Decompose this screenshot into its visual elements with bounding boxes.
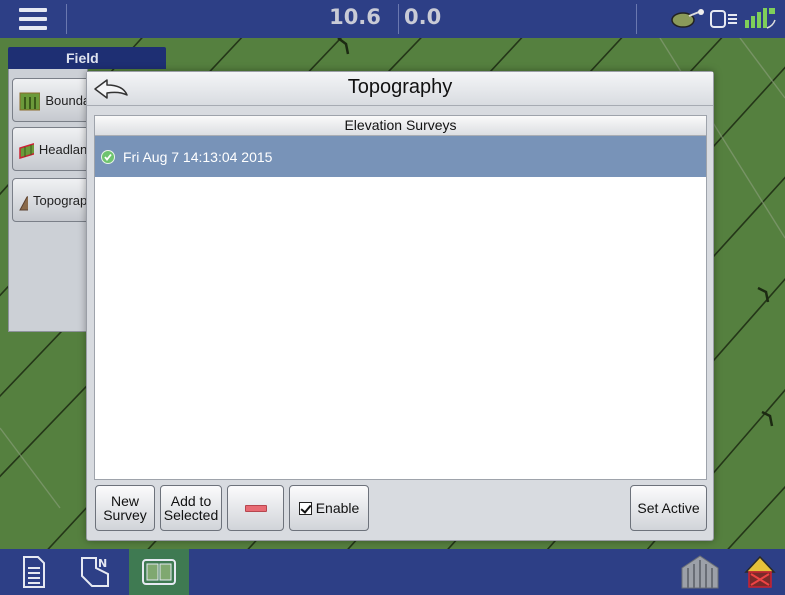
headland-icon — [19, 143, 34, 160]
back-arrow-icon[interactable] — [91, 77, 131, 103]
list-header: Elevation Surveys — [95, 116, 706, 136]
new-survey-label: New Survey — [103, 493, 147, 523]
divider — [66, 4, 67, 34]
add-to-selected-button[interactable]: Add to Selected — [160, 485, 222, 531]
split-view-icon[interactable] — [141, 554, 177, 590]
top-status-bar: 10.6 0.0 — [0, 0, 785, 38]
active-check-icon — [101, 149, 115, 164]
list-item[interactable]: Fri Aug 7 14:13:04 2015 — [95, 136, 706, 177]
gps-signal-icon[interactable] — [743, 6, 777, 32]
remove-button[interactable] — [227, 485, 284, 531]
dialog-title: Topography — [347, 76, 453, 98]
display-icon[interactable] — [709, 7, 739, 31]
svg-text:N: N — [98, 557, 107, 570]
field-map-icon[interactable]: N — [78, 554, 114, 590]
connection-icon[interactable] — [671, 7, 705, 31]
menu-icon[interactable] — [0, 0, 66, 38]
divider — [398, 4, 399, 34]
new-survey-button[interactable]: New Survey — [95, 485, 155, 531]
dialog-header: Topography — [87, 72, 713, 106]
survey-date: Fri Aug 7 14:13:04 2015 — [123, 148, 273, 165]
document-icon[interactable] — [16, 554, 52, 590]
field-tab[interactable]: Field — [8, 47, 166, 69]
bottom-nav-bar: N — [0, 549, 785, 595]
add-to-selected-label: Add to Selected — [163, 493, 219, 523]
warning-icon[interactable] — [742, 554, 778, 590]
boundary-icon — [19, 92, 41, 111]
status-icons — [671, 6, 777, 32]
topography-icon — [19, 196, 29, 211]
implement-icon[interactable] — [678, 554, 724, 590]
set-active-label: Set Active — [637, 500, 700, 516]
speed-readout: 10.6 — [329, 5, 381, 29]
checkbox-checked-icon — [298, 501, 312, 515]
enable-checkbox[interactable]: Enable — [289, 485, 369, 531]
heading-readout: 0.0 — [404, 5, 442, 29]
elevation-survey-list[interactable]: Elevation Surveys Fri Aug 7 14:13:04 201… — [94, 115, 707, 480]
minus-icon — [244, 504, 267, 512]
divider — [636, 4, 637, 34]
enable-label: Enable — [315, 500, 360, 516]
set-active-button[interactable]: Set Active — [630, 485, 707, 531]
topography-dialog: Topography Elevation Surveys Fri Aug 7 1… — [86, 71, 714, 541]
